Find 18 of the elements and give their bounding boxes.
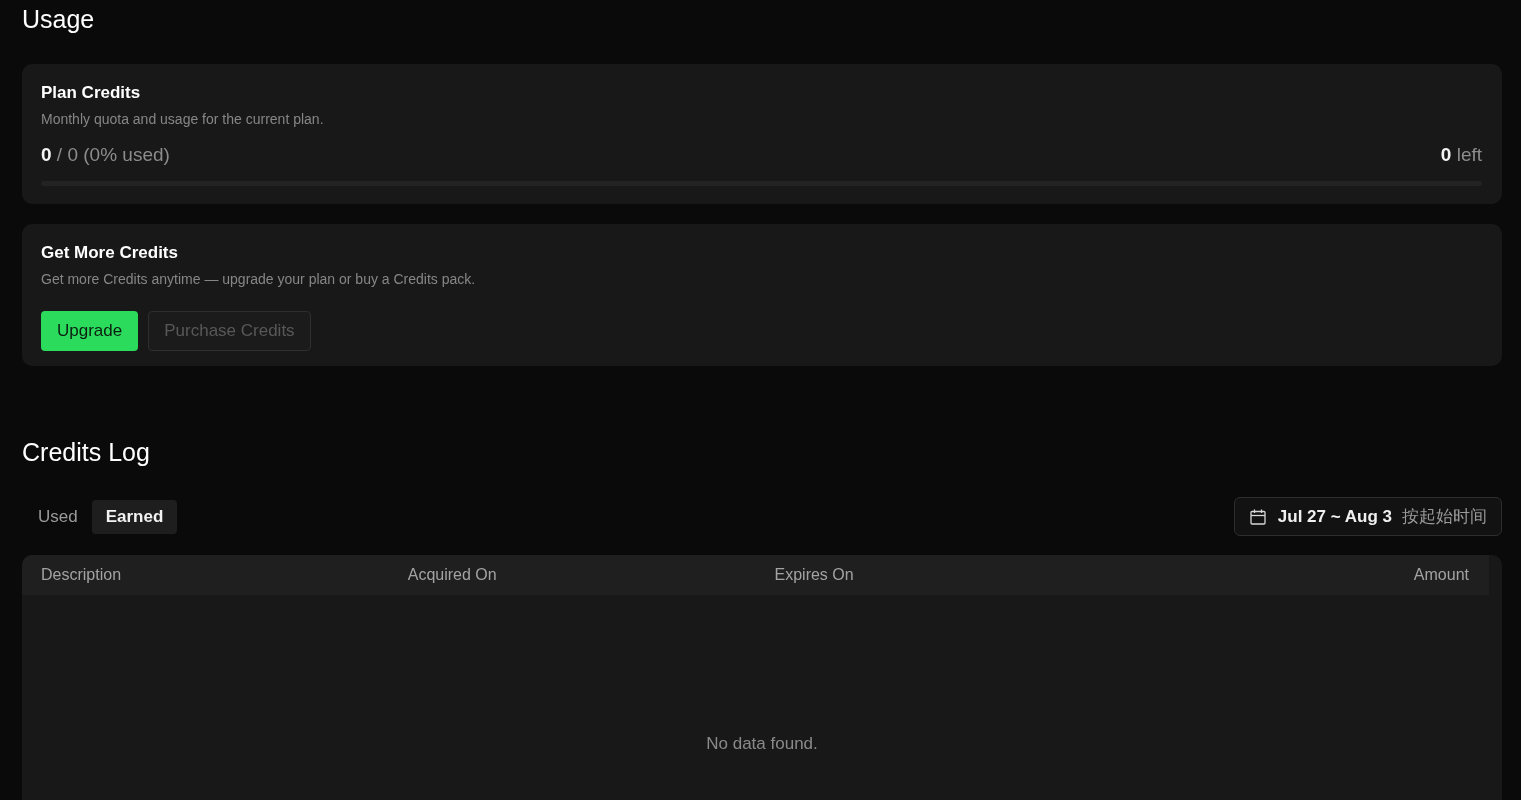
date-range-button[interactable]: Jul 27 ~ Aug 3 按起始时间	[1233, 497, 1502, 536]
tab[interactable]: Used	[24, 499, 92, 534]
column-header: Expires On	[773, 566, 855, 584]
tab[interactable]: Earned	[91, 499, 178, 534]
remaining-text: 0 left	[1440, 143, 1482, 167]
card-title: Plan Credits	[41, 83, 141, 103]
card-title: Get More Credits	[41, 243, 178, 263]
column-header: Amount	[1412, 566, 1470, 584]
section-title: Credits Log	[22, 437, 150, 467]
usage-text: 0 / 0 (0% used)	[41, 143, 170, 167]
card-description: Monthly quota and usage for the current plan.	[41, 110, 324, 129]
upgrade-button[interactable]: Upgrade	[41, 311, 139, 351]
column-header: Acquired On	[406, 566, 498, 584]
card-description: Get more Credits anytime — upgrade your plan or buy a Credits pack.	[41, 270, 476, 289]
page-title: Usage	[22, 4, 95, 34]
column-header: Description	[40, 566, 123, 584]
empty-message: No data found.	[706, 734, 818, 754]
calendar-icon	[1249, 508, 1266, 525]
